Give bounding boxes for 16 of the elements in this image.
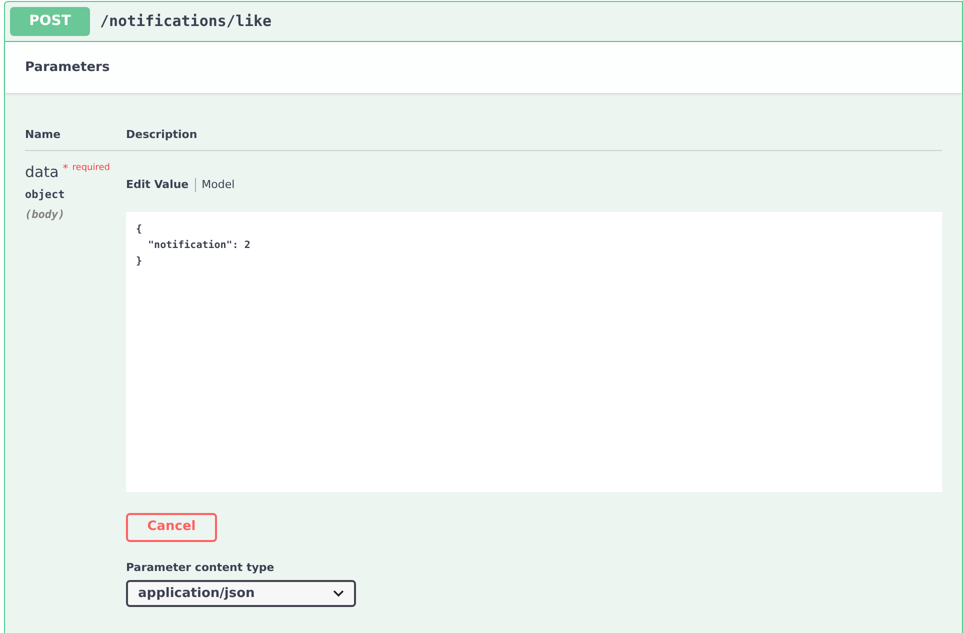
required-mark: * — [62, 161, 68, 177]
body-editor[interactable]: { "notification": 2 } — [126, 212, 942, 492]
content-type-label: Parameter content type — [126, 560, 276, 576]
chevron-down-icon — [333, 590, 344, 597]
endpoint-path: /notifications/like — [100, 11, 272, 32]
parameter-name: data — [25, 162, 59, 183]
editor-tab[interactable]: Model — [202, 177, 235, 194]
method-badge: POST — [10, 7, 90, 36]
parameter-location: (body) — [25, 207, 66, 223]
column-header: Name — [25, 127, 62, 144]
section-title: Parameters — [25, 58, 110, 77]
required-label: required — [72, 162, 110, 175]
parameter-type: object — [25, 186, 66, 202]
column-header: Description — [126, 127, 198, 144]
editor-tab[interactable]: Edit Value — [126, 177, 189, 194]
content-type-select[interactable]: application/json — [126, 580, 356, 607]
